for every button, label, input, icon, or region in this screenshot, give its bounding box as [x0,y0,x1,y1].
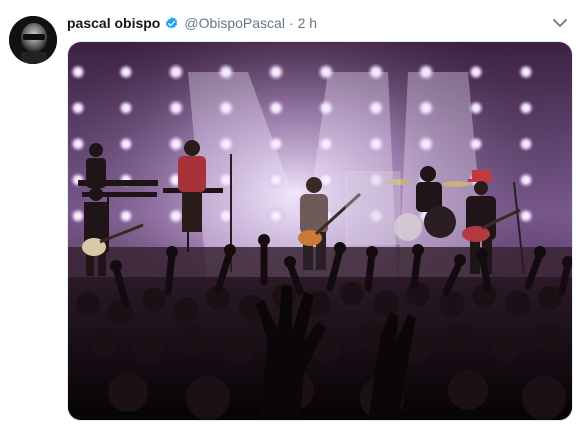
avatar-image [9,16,57,64]
tweet-card[interactable]: pascal obispo @ObispoPascal · 2 h [0,0,587,429]
separator-dot: · [288,15,294,31]
author-handle[interactable]: @ObispoPascal [184,15,285,31]
author-name[interactable]: pascal obispo [67,15,160,31]
tweet-timestamp[interactable]: 2 h [298,15,317,31]
tweet-photo[interactable] [67,41,573,421]
tweet-header: pascal obispo @ObispoPascal · 2 h [67,13,317,33]
verified-badge-icon [164,16,179,31]
avatar[interactable] [9,16,57,64]
concert-photo [68,42,572,420]
more-options-button[interactable] [551,14,569,32]
chevron-down-icon [553,18,567,27]
